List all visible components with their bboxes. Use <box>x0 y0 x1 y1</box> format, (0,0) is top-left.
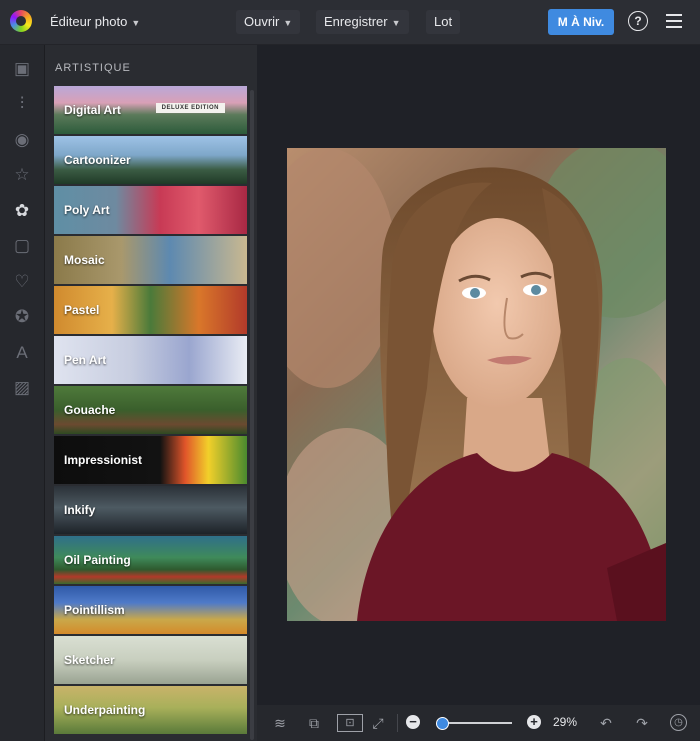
effect-label: Inkify <box>64 503 96 517</box>
zoom-slider-track[interactable] <box>439 722 512 724</box>
zoom-level: 29% <box>553 715 578 729</box>
badge-icon[interactable]: ✪ <box>12 307 32 327</box>
toolbar-divider <box>397 714 398 732</box>
upgrade-button[interactable]: M À Niv. <box>548 9 614 35</box>
effect-sketcher[interactable]: Sketcher <box>54 636 247 684</box>
chevron-down-icon: ▼ <box>391 18 401 28</box>
top-bar: Éditeur photo ▼ Ouvrir ▼ Enregistrer ▼ Lot … <box>0 0 700 45</box>
open-label: Ouvrir <box>244 14 280 29</box>
effect-label: Mosaic <box>64 253 105 267</box>
effects-list: Digital Art DELUXE EDITION Cartoonizer P… <box>54 86 247 736</box>
deluxe-edition-badge: DELUXE EDITION <box>155 103 225 113</box>
effect-label: Pointillism <box>64 603 125 617</box>
undo-icon[interactable]: ↶ <box>597 714 615 732</box>
heart-icon[interactable]: ♡ <box>12 272 32 292</box>
star-icon[interactable]: ☆ <box>12 165 32 185</box>
zoom-in-icon[interactable]: + <box>527 715 541 729</box>
canvas-area <box>257 45 700 705</box>
effect-label: Underpainting <box>64 703 146 717</box>
artsy-effects-icon[interactable]: ✿ <box>12 201 32 221</box>
hamburger-menu-icon[interactable] <box>666 14 682 28</box>
zoom-slider-knob[interactable] <box>436 717 449 730</box>
effect-impressionist[interactable]: Impressionist <box>54 436 247 484</box>
panel-scrollbar[interactable] <box>250 90 254 740</box>
portrait-photo[interactable] <box>287 148 666 621</box>
frame-icon[interactable]: ▢ <box>12 236 32 256</box>
zoom-out-icon[interactable]: − <box>406 715 420 729</box>
portrait-illustration <box>287 148 666 621</box>
texture-icon[interactable]: ▨ <box>12 378 32 398</box>
effect-label: Pen Art <box>64 353 107 367</box>
effect-label: Poly Art <box>64 203 110 217</box>
effect-poly-art[interactable]: Poly Art <box>54 186 247 234</box>
chevron-down-icon: ▼ <box>283 18 293 28</box>
expand-icon[interactable]: ⤢ <box>369 714 387 732</box>
save-label: Enregistrer <box>324 14 388 29</box>
fit-screen-icon[interactable]: ⊡ <box>337 714 363 732</box>
text-icon[interactable]: A <box>12 343 32 363</box>
effect-mosaic[interactable]: Mosaic <box>54 236 247 284</box>
app-logo-icon[interactable] <box>10 10 32 32</box>
effect-label: Impressionist <box>64 453 143 467</box>
batch-label: Lot <box>434 14 453 29</box>
history-icon[interactable]: ◷ <box>670 714 687 731</box>
effect-oil-painting[interactable]: Oil Painting <box>54 536 247 584</box>
effect-label: Sketcher <box>64 653 115 667</box>
effect-gouache[interactable]: Gouache <box>54 386 247 434</box>
app-menu-button[interactable]: Éditeur photo ▼ <box>42 10 148 34</box>
redo-icon[interactable]: ↷ <box>633 714 651 732</box>
save-button[interactable]: Enregistrer ▼ <box>316 10 409 34</box>
adjust-sliders-icon[interactable]: ⫶ <box>12 94 32 114</box>
effect-cartoonizer[interactable]: Cartoonizer <box>54 136 247 184</box>
layers-icon[interactable]: ≋ <box>271 714 289 732</box>
effect-label: Cartoonizer <box>64 153 131 167</box>
effects-panel: ARTISTIQUE Digital Art DELUXE EDITION Ca… <box>45 45 257 741</box>
panel-title: ARTISTIQUE <box>55 62 131 74</box>
effect-digital-art[interactable]: Digital Art DELUXE EDITION <box>54 86 247 134</box>
batch-button[interactable]: Lot <box>426 10 461 34</box>
app-menu-label: Éditeur photo <box>50 14 128 29</box>
help-icon[interactable]: ? <box>628 11 648 31</box>
bottom-toolbar: ≋ ⧉ ⊡ ⤢ − + 29% ↶ ↷ ◷ <box>257 705 700 741</box>
effect-pastel[interactable]: Pastel <box>54 286 247 334</box>
compare-icon[interactable]: ⧉ <box>305 714 323 732</box>
effect-label: Digital Art <box>64 103 121 117</box>
effect-label: Pastel <box>64 303 100 317</box>
tool-rail: ▣ ⫶ ◉ ☆ ✿ ▢ ♡ ✪ A ▨ <box>0 45 45 741</box>
image-icon[interactable]: ▣ <box>12 59 32 79</box>
effect-pen-art[interactable]: Pen Art <box>54 336 247 384</box>
eye-icon[interactable]: ◉ <box>12 130 32 150</box>
chevron-down-icon: ▼ <box>131 18 141 28</box>
effect-label: Gouache <box>64 403 116 417</box>
effect-label: Oil Painting <box>64 553 131 567</box>
effect-inkify[interactable]: Inkify <box>54 486 247 534</box>
open-button[interactable]: Ouvrir ▼ <box>236 10 301 34</box>
effect-pointillism[interactable]: Pointillism <box>54 586 247 634</box>
effect-underpainting[interactable]: Underpainting <box>54 686 247 734</box>
